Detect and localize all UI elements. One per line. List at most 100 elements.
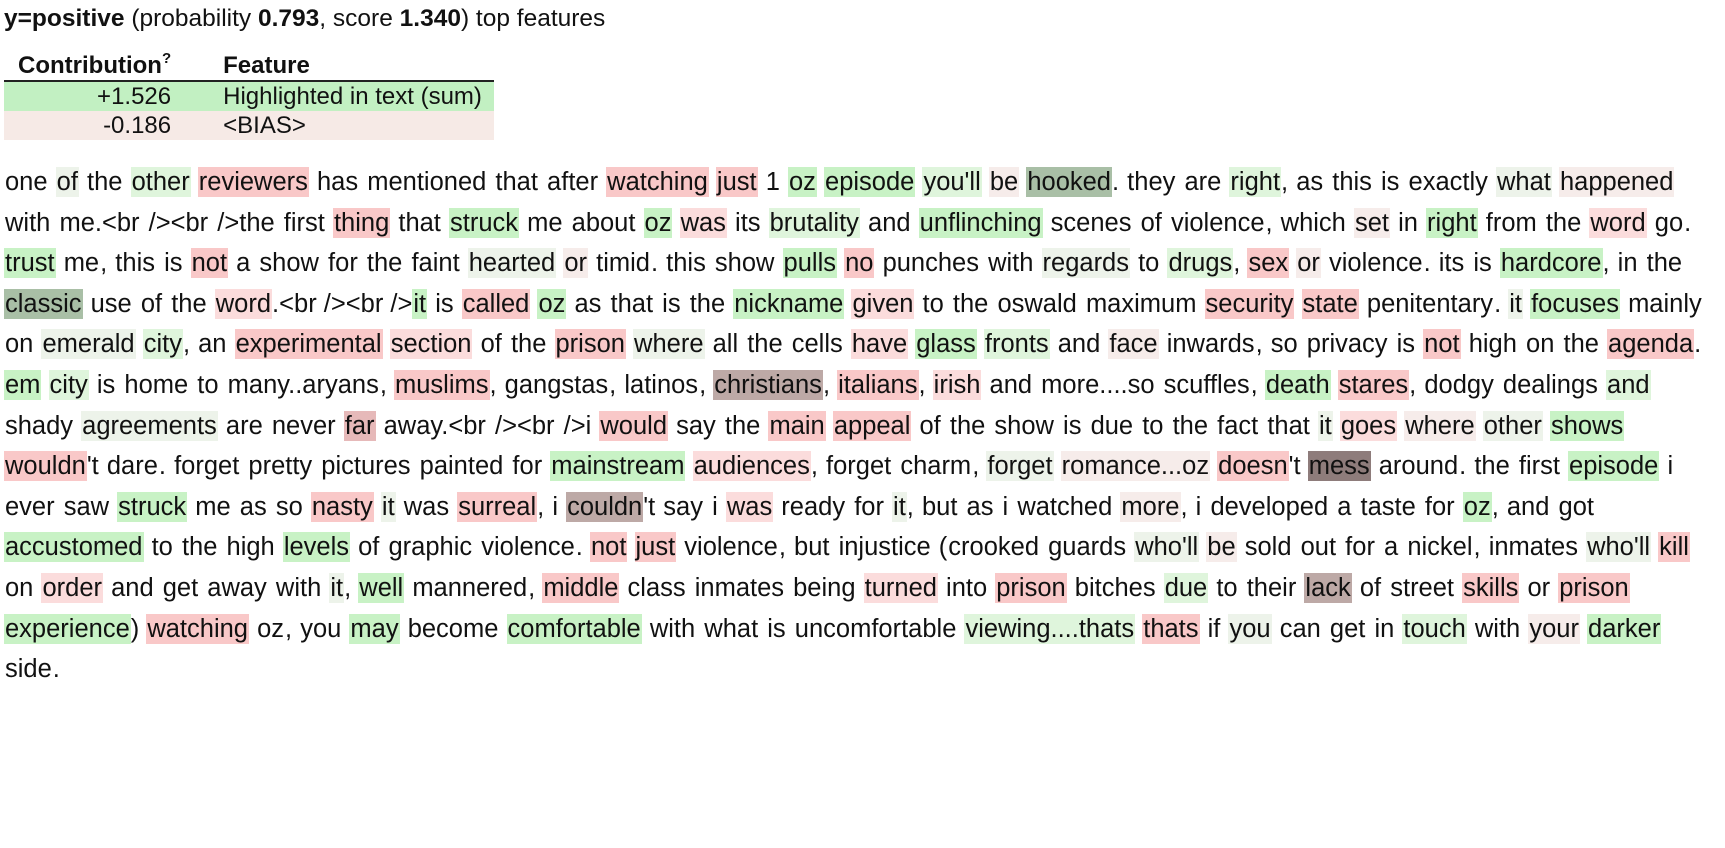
text-token: struck xyxy=(449,207,520,238)
text-separator xyxy=(938,574,945,602)
text-token: turned xyxy=(863,572,938,603)
text-separator xyxy=(1461,330,1468,358)
text-token: on xyxy=(5,330,34,359)
text-separator xyxy=(1294,290,1301,318)
text-separator xyxy=(564,209,571,237)
text-token: privacy xyxy=(1306,330,1388,359)
text-separator xyxy=(1489,168,1496,196)
text-separator xyxy=(1272,615,1279,643)
text-separator xyxy=(719,493,726,521)
text-token: scenes xyxy=(1050,208,1132,237)
text-token: mainly xyxy=(1628,289,1702,318)
feature-cell: <BIAS> xyxy=(223,112,306,139)
text-token: for xyxy=(512,452,543,481)
text-token: is xyxy=(1381,168,1400,196)
text-separator xyxy=(1580,615,1587,643)
text-token: in xyxy=(1617,249,1638,278)
text-token: appeal xyxy=(832,410,912,441)
text-separator xyxy=(1333,412,1340,440)
text-separator xyxy=(912,209,919,237)
text-token: classic xyxy=(4,288,83,319)
text-separator: , xyxy=(528,573,543,602)
text-token: prison xyxy=(995,572,1067,603)
text-token: not xyxy=(190,248,229,279)
text-token: the xyxy=(724,411,761,440)
text-separator xyxy=(1400,168,1407,196)
text-token: that xyxy=(495,168,538,196)
text-token: of xyxy=(919,411,941,440)
text-separator xyxy=(1322,615,1329,643)
text-separator xyxy=(1373,168,1380,196)
text-token: me xyxy=(63,249,100,278)
score-label: , score xyxy=(319,5,393,32)
probability-value: 0.793 xyxy=(257,5,320,32)
text-token: with xyxy=(988,249,1034,278)
text-separator xyxy=(1078,290,1085,318)
text-token: muslims xyxy=(394,369,490,400)
text-token: violence xyxy=(1170,208,1265,237)
text-separator xyxy=(566,290,573,318)
text-token: agenda xyxy=(1607,329,1695,360)
text-separator xyxy=(704,493,711,521)
text-token: after xyxy=(547,168,599,196)
text-token: away.<br xyxy=(383,411,486,440)
text-separator xyxy=(232,493,239,521)
text-token: maximum xyxy=(1085,289,1197,318)
text-token: drugs xyxy=(1167,248,1234,279)
text-token: it xyxy=(329,572,345,603)
text-token: is xyxy=(164,249,183,278)
text-token: the xyxy=(1172,411,1209,440)
text-separator xyxy=(337,412,344,440)
text-token: be xyxy=(988,167,1020,197)
text-separator xyxy=(56,249,63,277)
feature-weights-table: Contribution? Feature +1.526 Highlighted … xyxy=(4,50,494,140)
text-token: thing xyxy=(332,207,391,238)
text-separator xyxy=(709,168,716,196)
text-token: romance...oz xyxy=(1060,451,1211,482)
text-token: to xyxy=(197,370,219,399)
text-token: darker xyxy=(1587,613,1662,644)
text-separator xyxy=(1311,412,1318,440)
text-separator xyxy=(1159,330,1166,358)
text-separator xyxy=(705,330,712,358)
text-token: the xyxy=(952,289,989,318)
text-separator xyxy=(1082,412,1089,440)
text-separator: 't xyxy=(86,452,106,481)
help-tooltip-icon[interactable]: ? xyxy=(162,50,171,67)
text-token: gangstas xyxy=(504,370,609,399)
text-separator xyxy=(1197,290,1204,318)
text-token: not xyxy=(589,532,628,563)
text-token: forget xyxy=(986,451,1054,482)
text-token: due xyxy=(1090,411,1134,440)
text-separator xyxy=(156,249,163,277)
text-separator xyxy=(826,412,833,440)
text-token: are xyxy=(1184,168,1222,196)
text-separator xyxy=(727,209,734,237)
text-token: just xyxy=(634,532,677,563)
text-token: saw xyxy=(63,492,110,521)
text-separator xyxy=(860,209,867,237)
text-token: pictures xyxy=(321,452,411,481)
text-token: have xyxy=(850,329,909,360)
text-separator xyxy=(626,330,633,358)
text-separator xyxy=(208,290,215,318)
text-separator xyxy=(123,168,130,196)
text-separator xyxy=(461,249,468,277)
text-token: can xyxy=(1279,614,1321,643)
text-separator: , xyxy=(489,370,504,399)
text-token: it xyxy=(380,491,396,522)
text-token: they xyxy=(1127,168,1176,196)
text-token: get xyxy=(1329,614,1366,643)
text-token: main xyxy=(768,410,826,441)
text-token: doesn xyxy=(1217,451,1289,482)
text-token: fronts xyxy=(983,329,1050,360)
text-separator xyxy=(218,533,225,561)
text-token: if xyxy=(1207,614,1221,643)
text-token: agreements xyxy=(81,410,218,441)
text-separator xyxy=(1550,493,1557,521)
text-separator xyxy=(374,493,381,521)
text-token: state xyxy=(1301,288,1359,319)
text-separator xyxy=(911,412,918,440)
text-separator xyxy=(874,249,881,277)
text-token: the xyxy=(949,411,986,440)
